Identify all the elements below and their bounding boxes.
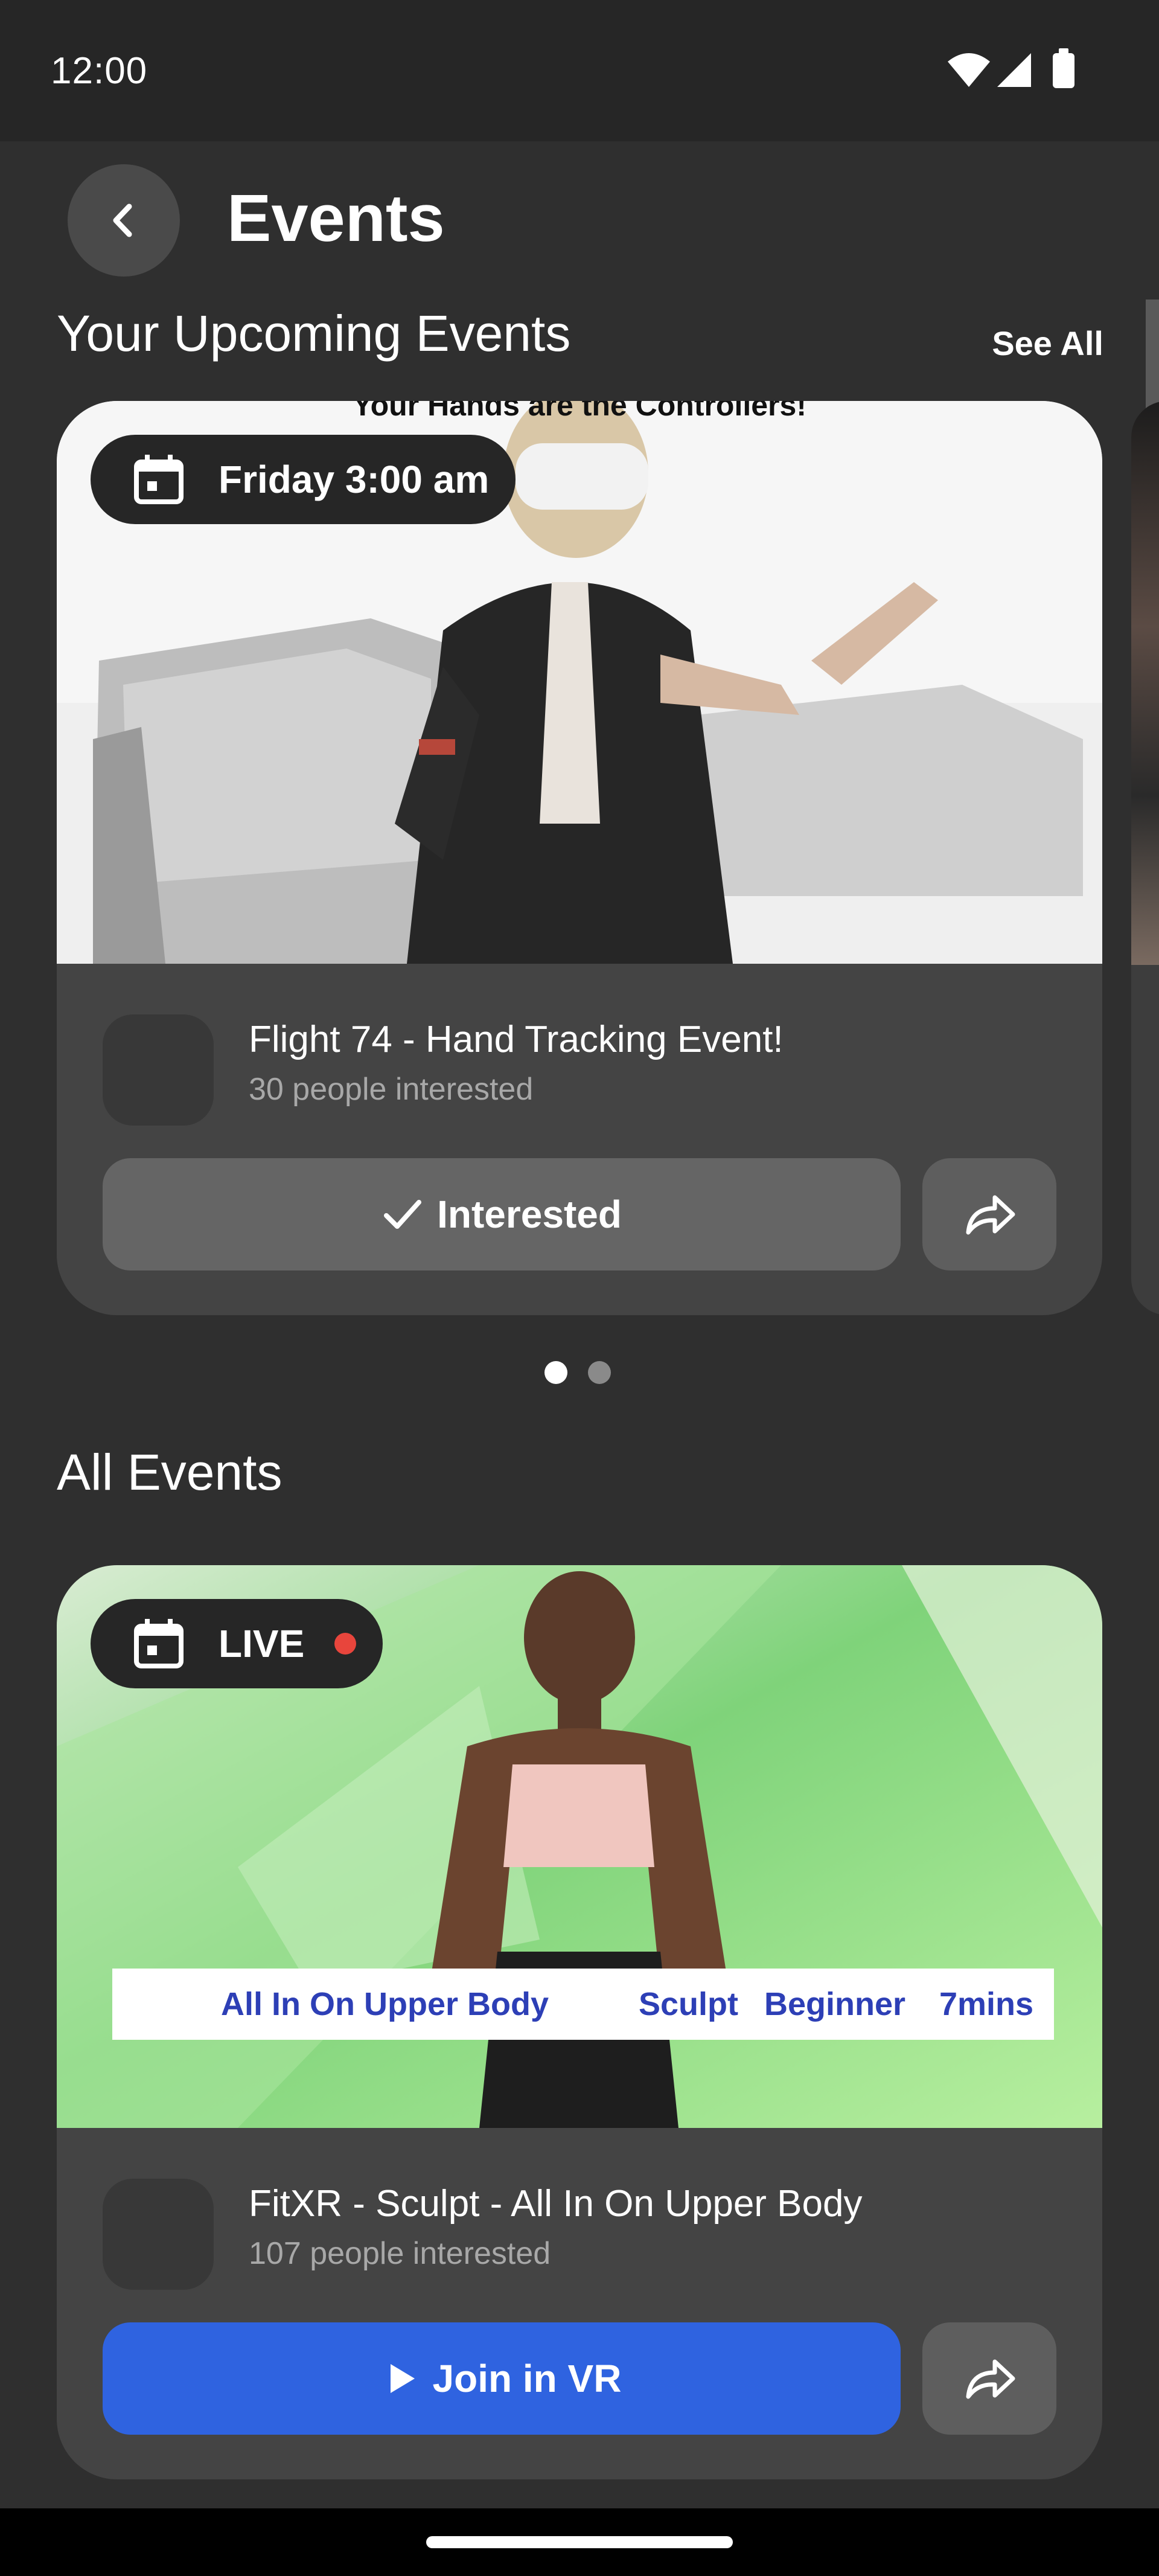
interested-count: 30 people interested (249, 1072, 534, 1107)
back-button[interactable] (68, 164, 180, 277)
carousel-pagination (544, 1361, 611, 1384)
date-badge-text: Friday 3:00 am (219, 458, 490, 501)
share-button[interactable] (922, 1158, 1056, 1270)
interested-button-label: Interested (437, 1193, 622, 1236)
event-title: FitXR - Sculpt - All In On Upper Body (249, 2183, 863, 2225)
banner-type: Sculpt (639, 1986, 739, 2022)
back-arrow-icon (113, 203, 132, 237)
page-title: Events (227, 181, 445, 255)
upcoming-section-title: Your Upcoming Events (57, 305, 571, 362)
share-icon (966, 1195, 1015, 1235)
calendar-icon (134, 1619, 184, 1668)
banner-workout-name: All In On Upper Body (221, 1986, 549, 2022)
banner-duration: 7mins (939, 1986, 1034, 2022)
pagination-dot[interactable] (588, 1361, 611, 1384)
all-events-section-title: All Events (57, 1444, 283, 1501)
pagination-dot-active[interactable] (544, 1361, 567, 1384)
interested-count: 107 people interested (249, 2236, 551, 2271)
play-icon (390, 2364, 415, 2393)
share-button[interactable] (922, 2322, 1056, 2435)
upcoming-event-card[interactable]: Your Hands are the Controllers! Friday 3… (57, 401, 1102, 1315)
next-upcoming-card-peek[interactable] (1131, 401, 1159, 1315)
banner-level: Beginner (764, 1986, 906, 2022)
status-bar: 12:00 (0, 0, 1159, 141)
join-button-label: Join in VR (432, 2357, 622, 2400)
date-badge: Friday 3:00 am (91, 435, 516, 524)
host-avatar (103, 2179, 214, 2290)
next-event-image (1131, 401, 1159, 965)
workout-banner: All In On Upper Body Sculpt Beginner 7mi… (112, 1969, 1054, 2040)
status-icons (942, 47, 1087, 95)
interested-button[interactable]: Interested (103, 1158, 901, 1270)
check-icon (384, 1200, 422, 1229)
event-card[interactable]: All In On Upper Body Sculpt Beginner 7mi… (57, 1565, 1102, 2479)
live-badge: LIVE (91, 1599, 383, 1688)
image-caption: Your Hands are the Controllers! (353, 401, 806, 422)
home-gesture-handle[interactable] (426, 2536, 733, 2548)
battery-icon (1053, 53, 1074, 88)
live-indicator-dot (334, 1633, 357, 1655)
signal-icon (997, 53, 1031, 87)
join-in-vr-button[interactable]: Join in VR (103, 2322, 901, 2435)
host-avatar (103, 1014, 214, 1126)
live-badge-text: LIVE (219, 1622, 305, 1665)
wifi-icon (948, 53, 990, 87)
see-all-link[interactable]: See All (992, 324, 1103, 363)
status-time: 12:00 (51, 50, 148, 92)
share-icon (966, 2359, 1015, 2399)
event-title: Flight 74 - Hand Tracking Event! (249, 1019, 784, 1060)
calendar-icon (134, 455, 184, 504)
